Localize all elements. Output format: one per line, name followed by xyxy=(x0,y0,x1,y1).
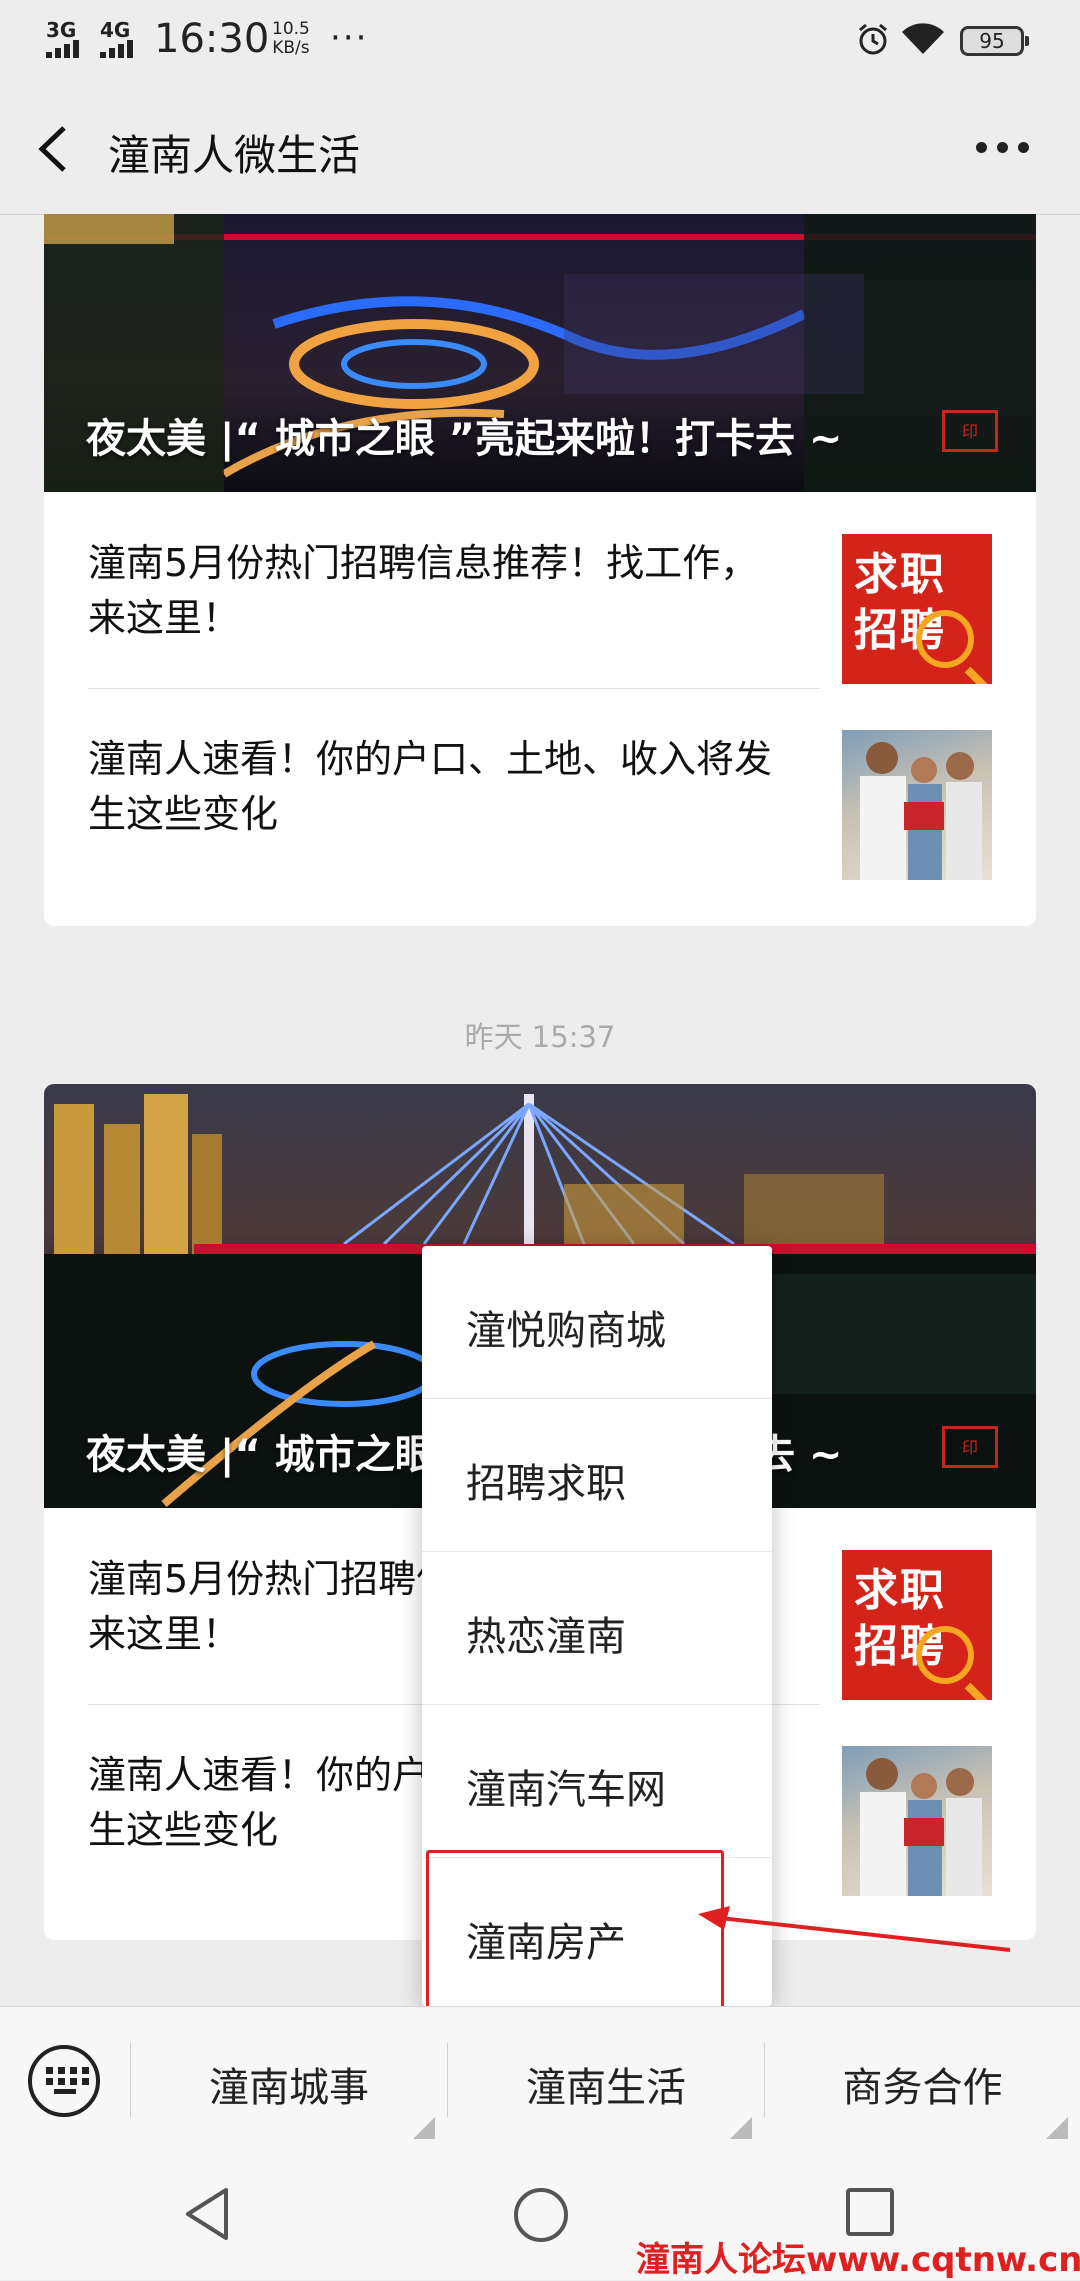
cover-title: 夜太美 |“ 城市之眼 ”亮起来啦！打卡去 ~ xyxy=(86,416,843,462)
submenu-item-label: 招聘求职 xyxy=(466,1461,626,1507)
menu-button-label: 潼南生活 xyxy=(526,2065,686,2111)
cover-article[interactable]: 夜太美 |“ 城市之眼 ”亮起来啦！打卡去 ~ 印 xyxy=(44,214,1036,492)
annotation-arrow-icon xyxy=(698,1906,1011,1952)
system-recents-icon[interactable] xyxy=(846,2188,894,2236)
battery-icon: 95 xyxy=(960,26,1029,56)
logo-stamp-icon: 印 xyxy=(942,410,998,452)
recruitment-thumbnail: 求职 招聘 xyxy=(842,534,992,684)
logo-stamp-icon: 印 xyxy=(942,1426,998,1468)
message-timestamp: 昨天 15:37 xyxy=(464,1020,616,1054)
list-item[interactable]: 潼南人速看！你的户口、土地、收入将发生这些变化 xyxy=(44,688,1036,884)
submenu-indicator-icon xyxy=(730,2117,752,2139)
custom-menu-bar: 潼南城事 潼南生活 商务合作 xyxy=(0,2006,1080,2153)
thumbnail-text-1: 求职 xyxy=(854,1565,946,1616)
submenu-item-dating[interactable]: 热恋潼南 xyxy=(422,1551,772,1704)
recruitment-thumbnail: 求职 招聘 xyxy=(842,1550,992,1700)
people-photo-thumbnail xyxy=(842,730,992,880)
title-bar: 潼南人微生活 xyxy=(0,84,1080,215)
submenu-indicator-icon xyxy=(413,2117,435,2139)
network-type-1: 3G xyxy=(46,18,77,42)
magnifier-icon xyxy=(916,1626,974,1684)
submenu-indicator-icon xyxy=(1046,2117,1068,2139)
system-back-icon[interactable] xyxy=(182,2186,232,2242)
submenu-item-label: 热恋潼南 xyxy=(466,1614,626,1660)
submenu-item-label: 潼悦购商城 xyxy=(466,1308,666,1354)
list-item[interactable]: 潼南5月份热门招聘信息推荐！找工作，来这里！ 求职 招聘 xyxy=(44,492,1036,688)
wifi-icon xyxy=(902,23,944,54)
network-speed: 10.5 KB/s xyxy=(272,20,310,58)
keyboard-toggle-icon[interactable] xyxy=(28,2045,100,2117)
status-bar: 3G 4G 16:30 10.5 KB/s ··· 95 xyxy=(0,0,1080,84)
network-speed-unit: KB/s xyxy=(272,38,310,58)
network-type-2: 4G xyxy=(100,18,131,42)
menu-button-business[interactable]: 商务合作 xyxy=(765,2007,1080,2153)
network-speed-value: 10.5 xyxy=(272,19,310,39)
submenu-item-label: 潼南汽车网 xyxy=(466,1767,666,1813)
article-title: 潼南5月份热门招聘信息推荐！找工作，来这里！ xyxy=(88,541,759,640)
menu-button-city-news[interactable]: 潼南城事 xyxy=(131,2007,447,2153)
magnifier-icon xyxy=(916,610,974,668)
watermark-text: 潼南人论坛www.cqtnw.cn xyxy=(636,2240,1080,2280)
alarm-icon xyxy=(859,23,887,55)
people-photo-thumbnail xyxy=(842,1746,992,1896)
article-title: 潼南人速看！你的户口、土地、收入将发生这些变化 xyxy=(88,737,773,836)
submenu-item-mall[interactable]: 潼悦购商城 xyxy=(422,1246,772,1398)
thumbnail-text-1: 求职 xyxy=(854,549,946,600)
submenu-item-jobs[interactable]: 招聘求职 xyxy=(422,1398,772,1551)
back-arrow-icon[interactable] xyxy=(30,122,80,176)
more-options-icon[interactable] xyxy=(976,142,1030,156)
menu-button-label: 商务合作 xyxy=(842,2065,1003,2111)
annotation-highlight-box xyxy=(426,1850,724,2016)
clock: 16:30 xyxy=(154,16,270,62)
menu-button-life[interactable]: 潼南生活 xyxy=(448,2007,764,2153)
system-home-icon[interactable] xyxy=(514,2188,568,2242)
menu-button-label: 潼南城事 xyxy=(209,2065,369,2111)
article-card: 夜太美 |“ 城市之眼 ”亮起来啦！打卡去 ~ 印 潼南5月份热门招聘信息推荐！… xyxy=(44,214,1036,926)
page-title: 潼南人微生活 xyxy=(108,131,361,180)
more-notifications-icon: ··· xyxy=(330,18,369,58)
submenu-item-auto[interactable]: 潼南汽车网 xyxy=(422,1704,772,1857)
